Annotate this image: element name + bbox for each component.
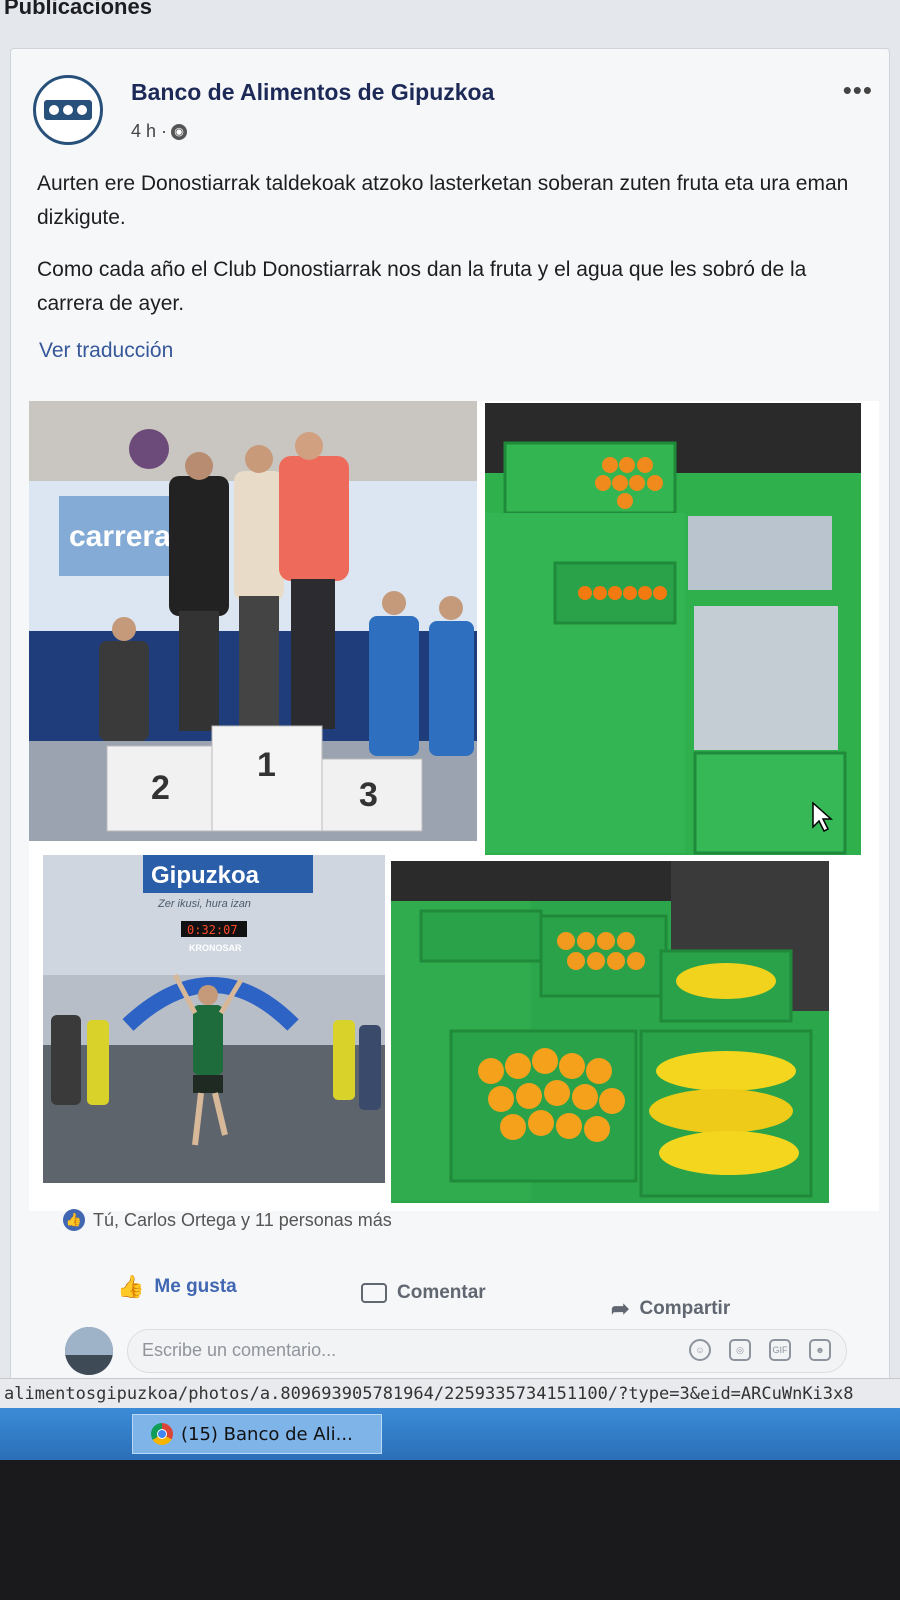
photo-grid: carrera 2 1 3 Gipuzkoa Zer ikusi, hura i… (29, 401, 879, 1211)
like-reaction-icon: 👍 (63, 1209, 85, 1231)
post-time[interactable]: 4 h · (131, 121, 167, 142)
gipuzkoa-subtitle: Zer ikusi, hura izan (157, 898, 251, 910)
post-card: Banco de Alimentos de Gipuzkoa 4 h · ◉ •… (10, 48, 890, 1430)
see-translation-link[interactable]: Ver traducción (39, 339, 173, 363)
globe-icon: ◉ (171, 123, 188, 140)
taskbar-tab-label: (15) Banco de Ali... (181, 1423, 353, 1445)
photo-runner-finish[interactable]: Gipuzkoa Zer ikusi, hura izan 0:32:07 KR… (43, 855, 385, 1183)
monitor-bezel (0, 1460, 900, 1600)
photo-podium[interactable]: carrera 2 1 3 (29, 401, 477, 841)
gipuzkoa-sign-text: Gipuzkoa (151, 862, 260, 889)
photo-crates-water[interactable] (485, 403, 861, 855)
emoji-icon[interactable]: ☺ (689, 1339, 711, 1361)
like-button[interactable]: 👍 Me gusta (117, 1274, 237, 1300)
status-url-bar: alimentosgipuzkoa/photos/a.8096939057819… (0, 1378, 900, 1409)
comment-composer: Escribe un comentario... ☺ ◎ GIF ☻ (61, 1319, 861, 1379)
podium-first-label: 1 (257, 746, 276, 784)
taskbar-browser-tab[interactable]: (15) Banco de Ali... (132, 1414, 382, 1454)
like-label: Me gusta (154, 1276, 237, 1297)
user-avatar-image (65, 1327, 113, 1375)
more-options-button[interactable]: ••• (843, 75, 873, 106)
reactions-summary[interactable]: 👍 Tú, Carlos Ortega y 11 personas más (63, 1209, 392, 1231)
post-actions: 👍 Me gusta Comentar ➦ Compartir (111, 1274, 851, 1321)
sticker-icon[interactable]: ☻ (809, 1339, 831, 1361)
page-name-link[interactable]: Banco de Alimentos de Gipuzkoa (131, 79, 494, 106)
post-header: Banco de Alimentos de Gipuzkoa 4 h · ◉ •… (33, 75, 873, 155)
crates-water-image (485, 403, 861, 855)
taskbar: (15) Banco de Ali... (0, 1408, 900, 1460)
food-bank-logo-icon (44, 100, 92, 120)
podium-image: carrera 2 1 3 (29, 401, 477, 841)
comment-button[interactable]: Comentar (361, 1282, 486, 1304)
share-label: Compartir (639, 1298, 731, 1319)
chrome-icon (151, 1423, 173, 1445)
page-avatar[interactable] (33, 75, 103, 145)
thumbs-up-icon: 👍 (117, 1274, 145, 1299)
sponsor-text: KRONOSAR (189, 943, 242, 953)
podium-second-label: 2 (151, 769, 170, 807)
photo-crates-fruit[interactable] (391, 861, 829, 1203)
post-text-basque: Aurten ere Donostiarrak taldekoak atzoko… (37, 172, 849, 229)
comment-bubble-icon (361, 1283, 387, 1303)
gif-icon[interactable]: GIF (769, 1339, 791, 1361)
post-meta: 4 h · ◉ (131, 121, 188, 142)
race-timer-text: 0:32:07 (187, 923, 238, 937)
runner-finish-image: Gipuzkoa Zer ikusi, hura izan 0:32:07 KR… (43, 855, 385, 1183)
camera-icon[interactable]: ◎ (729, 1339, 751, 1361)
post-text: Aurten ere Donostiarrak taldekoak atzoko… (37, 167, 867, 339)
user-avatar[interactable] (65, 1327, 113, 1375)
podium-third-label: 3 (359, 776, 378, 814)
section-title: Publicaciones (4, 0, 152, 19)
banner-text: carrera (69, 520, 171, 553)
crates-fruit-image (391, 861, 829, 1201)
reactions-text[interactable]: Tú, Carlos Ortega y 11 personas más (93, 1210, 392, 1231)
comment-tools: ☺ ◎ GIF ☻ (689, 1339, 831, 1361)
comment-label: Comentar (397, 1282, 486, 1303)
post-text-spanish: Como cada año el Club Donostiarrak nos d… (37, 258, 807, 315)
